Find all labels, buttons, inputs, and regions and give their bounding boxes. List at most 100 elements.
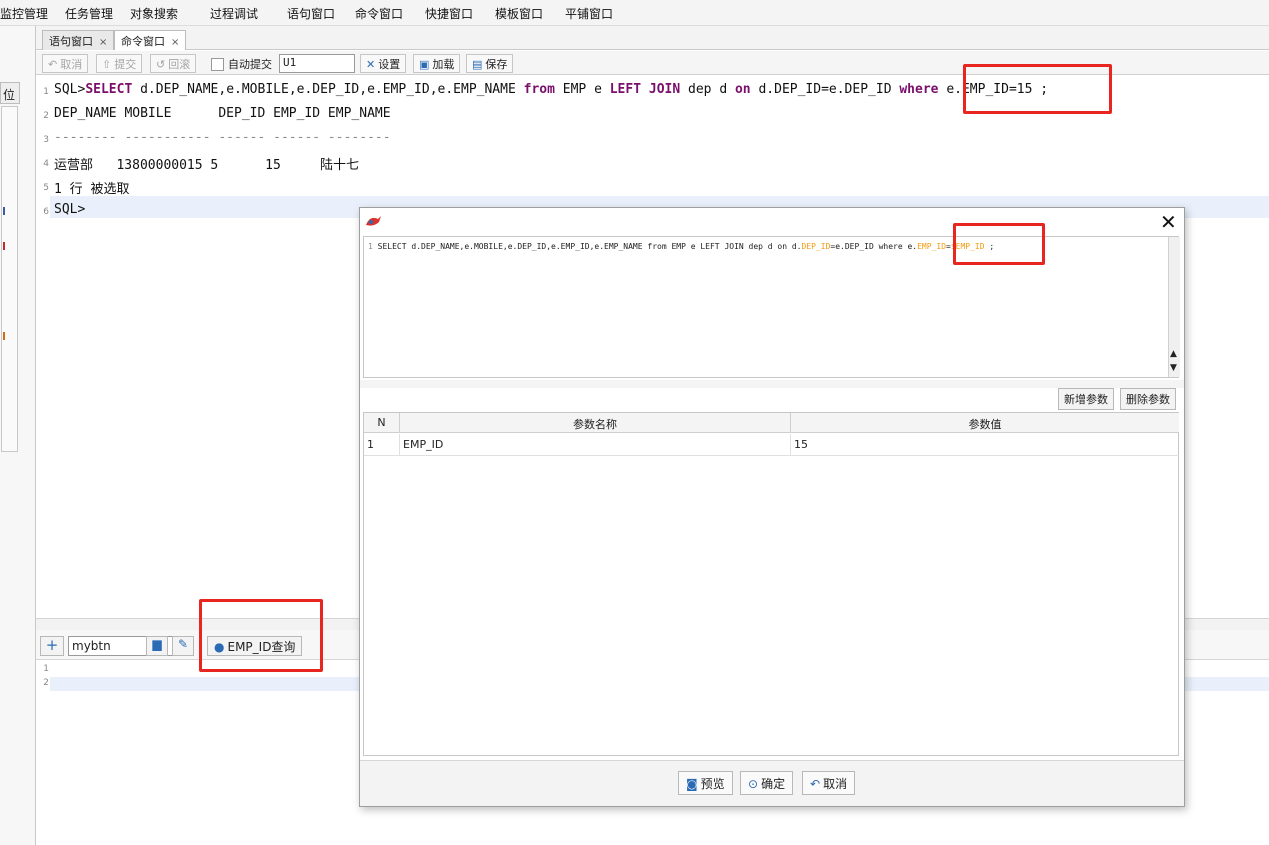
save-button[interactable]: ▤ 保存 — [466, 54, 514, 73]
column-header-n: N — [364, 413, 400, 433]
upload-icon: ⇧ — [102, 58, 112, 71]
dialog-split-divider[interactable] — [360, 380, 1184, 388]
result-separator-line: -------- ----------- ------ ------ -----… — [54, 130, 391, 145]
app-logo-icon — [366, 216, 381, 226]
sql-text: SELECT d.DEP_NAME,e.MOBILE,e.DEP_ID,e.EM… — [377, 242, 802, 251]
result-header-line: DEP_NAME MOBILE DEP_ID EMP_ID EMP_NAME — [54, 106, 391, 121]
autocommit-label: 自动提交 — [228, 58, 272, 71]
highlight-box — [199, 599, 323, 672]
ok-button[interactable]: ⊙ 确定 — [740, 771, 794, 795]
menu-bar: 监控管理 任务管理 对象搜索 过程调试 语句窗口 命令窗口 快捷窗口 模板窗口 … — [0, 0, 1269, 26]
line-number: 2 — [43, 111, 49, 121]
load-button[interactable]: ▣ 加载 — [413, 54, 461, 73]
settings-label: 设置 — [378, 58, 401, 71]
left-panel: 位 — [0, 26, 36, 845]
load-label: 加载 — [432, 58, 455, 71]
sql-text: =e.DEP_ID where e. — [830, 242, 918, 251]
dialog-footer: ◙ 预览 ⊙ 确定 ↶ 取消 — [360, 760, 1184, 806]
dialog-title-bar: ✕ — [360, 208, 1184, 234]
close-icon[interactable]: × — [99, 37, 107, 48]
autocommit-checkbox[interactable] — [211, 58, 224, 71]
undo-arrow-icon: ↶ — [48, 58, 58, 71]
add-param-button[interactable]: 新增参数 — [1058, 388, 1114, 410]
preview-glasses-icon: ◙ — [686, 777, 698, 791]
keyword: on — [734, 82, 751, 97]
parameter-dialog: ✕ 1 SELECT d.DEP_NAME,e.MOBILE,e.DEP_ID,… — [359, 207, 1185, 807]
menu-quick-window[interactable]: 快捷窗口 — [425, 5, 473, 22]
result-row-line: 运营部 13800000015 5 15 陆十七 — [54, 158, 359, 173]
sql-text: EMP e — [554, 82, 610, 97]
table-cell[interactable]: EMP_ID — [400, 434, 791, 456]
trash-icon[interactable]: ▆ — [146, 636, 168, 656]
sql-text: dep d — [680, 82, 735, 97]
tab-command-window[interactable]: 命令窗口 × — [114, 30, 187, 50]
left-marker — [3, 242, 5, 250]
close-icon[interactable]: ✕ — [1160, 210, 1177, 234]
sql-text: d.DEP_NAME,e.MOBILE,e.DEP_ID,e.EMP_ID,e.… — [132, 82, 524, 97]
save-icon: ▤ — [472, 58, 483, 71]
tab-statement-window[interactable]: 语句窗口 × — [42, 30, 115, 50]
commit-button[interactable]: ⇧ 提交 — [96, 54, 143, 73]
highlight-box — [963, 64, 1112, 114]
settings-tools-icon: ✕ — [366, 58, 376, 71]
check-circle-icon: ⊙ — [748, 777, 759, 791]
close-icon[interactable]: × — [171, 37, 179, 48]
sql-prompt: SQL> — [54, 82, 86, 97]
cancel-button[interactable]: ↶ 取消 — [42, 54, 89, 73]
scroll-up-icon[interactable]: ▲ — [1170, 349, 1177, 359]
cancel-dialog-label: 取消 — [823, 777, 848, 791]
tab-label: 语句窗口 — [49, 35, 93, 48]
sql-param-text: EMP_ID — [917, 242, 947, 251]
line-number: 1 — [43, 87, 49, 97]
save-label: 保存 — [485, 58, 508, 71]
keyword: from — [523, 82, 555, 97]
rows-selected-line: 1 行 被选取 — [54, 182, 130, 197]
delete-param-button[interactable]: 删除参数 — [1120, 388, 1176, 410]
menu-command-window[interactable]: 命令窗口 — [355, 5, 403, 22]
keyword: LEFT JOIN — [609, 82, 681, 97]
add-button[interactable]: + — [40, 636, 64, 656]
column-header-param-name: 参数名称 — [400, 413, 791, 433]
load-icon: ▣ — [419, 58, 430, 71]
cancel-dialog-button[interactable]: ↶ 取消 — [802, 771, 856, 795]
line-number: 2 — [43, 678, 49, 688]
pencil-icon[interactable]: ✎ — [172, 636, 194, 656]
menu-template-window[interactable]: 模板窗口 — [495, 5, 543, 22]
tab-label: 命令窗口 — [121, 35, 165, 48]
menu-object-search[interactable]: 对象搜索 — [130, 5, 178, 22]
scroll-down-icon[interactable]: ▼ — [1170, 363, 1177, 373]
sql-param-text: DEP_ID — [801, 242, 831, 251]
line-number: 4 — [43, 159, 49, 169]
line-number: 3 — [43, 135, 49, 145]
line-number: 1 — [43, 664, 49, 674]
rollback-button[interactable]: ↺ 回滚 — [150, 54, 197, 73]
schema-input[interactable]: U1 — [279, 54, 355, 73]
sql-statement-line: SQL>SELECT d.DEP_NAME,e.MOBILE,e.DEP_ID,… — [54, 82, 1048, 97]
dialog-scrollbar[interactable]: ▲ ▼ — [1168, 237, 1180, 377]
table-cell[interactable]: 15 — [791, 434, 1179, 456]
menu-debug[interactable]: 过程调试 — [210, 5, 258, 22]
menu-statement-window[interactable]: 语句窗口 — [287, 5, 335, 22]
menu-task[interactable]: 任务管理 — [65, 5, 113, 22]
ok-label: 确定 — [761, 777, 786, 791]
line-number: 6 — [43, 207, 49, 217]
table-cell[interactable]: 1 — [364, 434, 400, 456]
cancel-label: 取消 — [60, 58, 83, 71]
menu-monitor[interactable]: 监控管理 — [0, 5, 48, 22]
menu-tile-window[interactable]: 平铺窗口 — [565, 5, 613, 22]
left-panel-tab[interactable]: 位 — [0, 82, 20, 104]
line-number: 1 — [368, 242, 373, 251]
left-marker — [3, 332, 5, 340]
commit-label: 提交 — [114, 58, 137, 71]
dialog-sql-editor[interactable]: 1 SELECT d.DEP_NAME,e.MOBILE,e.DEP_ID,e.… — [363, 236, 1180, 378]
rollback-label: 回滚 — [168, 58, 191, 71]
dialog-sql-line: 1 SELECT d.DEP_NAME,e.MOBILE,e.DEP_ID,e.… — [368, 242, 994, 251]
undo-arrow-icon: ↶ — [810, 777, 821, 791]
column-header-param-value: 参数值 — [791, 413, 1179, 433]
preview-button[interactable]: ◙ 预览 — [678, 771, 733, 795]
settings-button[interactable]: ✕ 设置 — [360, 54, 407, 73]
param-table: N 参数名称 参数值 1 EMP_ID 15 — [363, 412, 1179, 756]
keyword: where — [899, 82, 939, 97]
left-marker — [3, 207, 5, 215]
sql-prompt-line: SQL> — [54, 202, 86, 217]
